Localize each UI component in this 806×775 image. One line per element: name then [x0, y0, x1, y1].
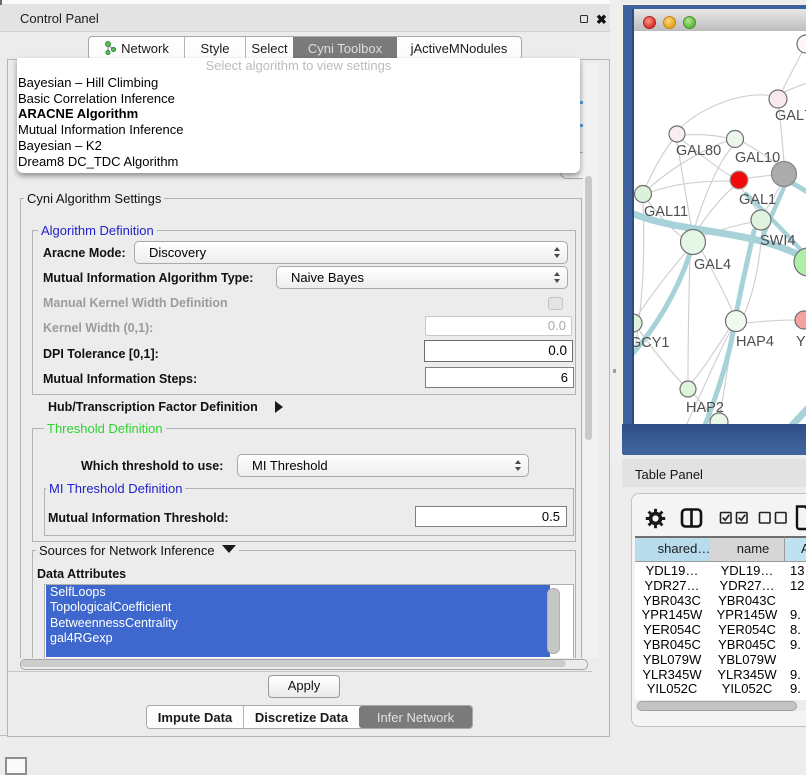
svg-text:SWI4: SWI4 [760, 233, 795, 249]
svg-text:GAL11: GAL11 [644, 204, 688, 220]
svg-text:HAP2: HAP2 [686, 400, 724, 416]
svg-text:HAP4: HAP4 [736, 334, 774, 350]
svg-text:GAL4: GAL4 [694, 257, 731, 273]
svg-text:GCY1: GCY1 [634, 335, 670, 351]
svg-text:GAL7: GAL7 [775, 108, 806, 124]
svg-text:GAL10: GAL10 [735, 150, 780, 166]
svg-text:GAL80: GAL80 [676, 143, 721, 159]
svg-text:Y: Y [796, 334, 806, 350]
svg-text:GAL1: GAL1 [739, 192, 776, 208]
